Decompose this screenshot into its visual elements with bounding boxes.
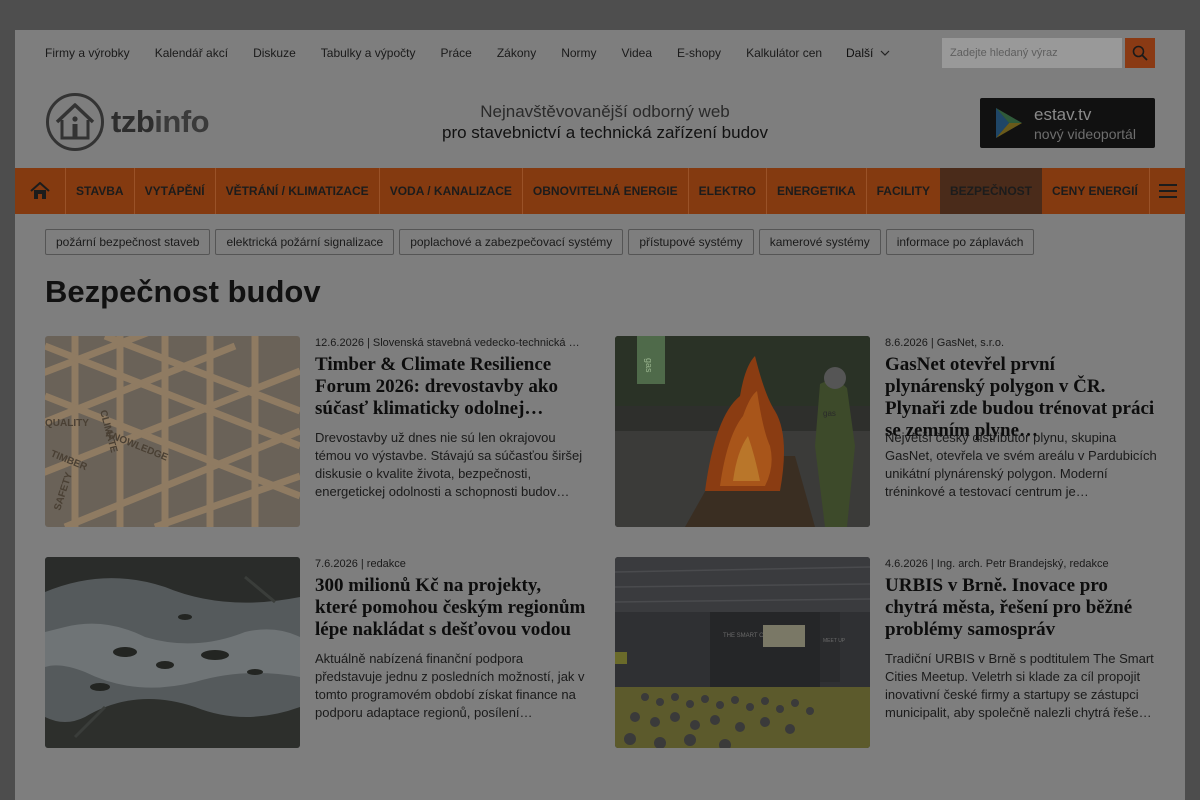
logo-wordmark: tzbinfo (111, 104, 210, 140)
utility-link[interactable]: Normy (561, 46, 596, 60)
search-input[interactable] (942, 38, 1122, 68)
article-meta: 12.6.2026 | Slovenská stavebná vedecko-t… (315, 337, 580, 349)
more-menu-label: Další (846, 46, 874, 60)
browser-top-strip (0, 0, 1200, 30)
article-card[interactable]: THE SMART CITIES MEET UP 4.6.2026 | Ing.… (615, 557, 1155, 748)
more-menu-button[interactable]: Další (846, 46, 890, 60)
article-meta: 4.6.2026 | Ing. arch. Petr Brandejský, r… (885, 558, 1109, 570)
utility-link[interactable]: Kalkulátor cen (746, 46, 822, 60)
chevron-down-icon (880, 50, 890, 56)
image-label: MEET UP (823, 638, 846, 644)
topic-tags: požární bezpečnost staveb elektrická pož… (45, 229, 1039, 255)
rain-puddle-image (45, 557, 300, 748)
article-title[interactable]: Timber & Climate Resilience Forum 2026: … (315, 354, 587, 420)
article-meta: 7.6.2026 | redakce (315, 558, 406, 570)
nav-item-stavba[interactable]: STAVBA (65, 168, 134, 214)
hamburger-menu-button[interactable] (1149, 168, 1185, 214)
topic-tag[interactable]: přístupové systémy (628, 229, 754, 255)
estav-banner[interactable]: estav.tv nový videoportál (980, 98, 1155, 148)
article-card[interactable]: gas gas 8.6.2026 | GasNet, s.r.o. GasNet… (615, 336, 1157, 527)
home-button[interactable] (15, 168, 65, 214)
article-title[interactable]: URBIS v Brně. Inovace pro chytrá města, … (885, 575, 1157, 641)
article-perex: Tradiční URBIS v Brně s podtitulem The S… (885, 651, 1154, 720)
utility-nav: Firmy a výrobky Kalendář akcí Diskuze Ta… (15, 30, 1185, 76)
nav-item-energetika[interactable]: ENERGETIKA (765, 168, 866, 214)
nav-item-voda[interactable]: VODA / KANALIZACE (378, 168, 522, 214)
gas-flame-image: gas gas (615, 336, 870, 527)
article-title[interactable]: 300 milionů Kč na projekty, které pomoho… (315, 575, 587, 641)
utility-link[interactable]: Firmy a výrobky (45, 46, 130, 60)
nav-item-bezpecnost[interactable]: BEZPEČNOST (939, 168, 1042, 214)
article-card[interactable]: 7.6.2026 | redakce 300 milionů Kč na pro… (45, 557, 585, 748)
estav-subtitle: nový videoportál (1034, 125, 1136, 142)
nav-item-vetrani[interactable]: VĚTRÁNÍ / KLIMATIZACE (214, 168, 379, 214)
search-button[interactable] (1125, 38, 1155, 68)
home-icon (30, 182, 50, 199)
utility-link[interactable]: E-shopy (677, 46, 721, 60)
article-thumbnail[interactable] (45, 557, 300, 748)
article-perex: Aktuálně nabízená finanční podpora předs… (315, 651, 585, 720)
house-logo-icon (46, 93, 104, 151)
nav-item-facility[interactable]: FACILITY (865, 168, 940, 214)
article-perex: Drevostavby už dnes nie sú len okrajovou… (315, 430, 583, 499)
site-logo[interactable]: tzbinfo (45, 92, 210, 152)
utility-link[interactable]: Diskuze (253, 46, 296, 60)
play-logo-icon (996, 108, 1022, 138)
topic-tag[interactable]: kamerové systémy (758, 229, 881, 255)
utility-links: Firmy a výrobky Kalendář akcí Diskuze Ta… (45, 46, 847, 60)
logo-part-tzb: tzb (111, 104, 155, 139)
utility-link[interactable]: Videa (622, 46, 652, 60)
nav-item-obnovitelna-energie[interactable]: OBNOVITELNÁ ENERGIE (521, 168, 688, 214)
topic-tag[interactable]: požární bezpečnost staveb (45, 229, 211, 255)
site-tagline: Nejnavštěvovanější odborný web pro stave… (415, 102, 795, 143)
article-thumbnail[interactable]: gas gas (615, 336, 870, 527)
article-thumbnail[interactable]: THE SMART CITIES MEET UP (615, 557, 870, 748)
nav-item-elektro[interactable]: ELEKTRO (687, 168, 766, 214)
article-perex: Největší český distributor plynu, skupin… (885, 430, 1157, 499)
utility-link[interactable]: Kalendář akcí (155, 46, 228, 60)
estav-title: estav.tv (1034, 104, 1092, 124)
tagline-line2: pro stavebnictví a technická zařízení bu… (441, 123, 768, 142)
page-title: Bezpečnost budov (45, 274, 321, 309)
hamburger-icon (1158, 184, 1177, 198)
logo-part-info: info (154, 104, 210, 139)
image-label: gas (644, 358, 654, 373)
topic-tag[interactable]: poplachové a zabezpečovací systémy (399, 229, 624, 255)
article-thumbnail[interactable]: TIMBER KNOWLEDGE SAFETY CLIMATE QUALITY (45, 336, 300, 527)
main-nav: STAVBA VYTÁPĚNÍ VĚTRÁNÍ / KLIMATIZACE VO… (15, 168, 1185, 214)
estav-text: estav.tv nový videoportál (1034, 105, 1136, 142)
search-icon (1132, 45, 1148, 61)
tagline-line1: Nejnavštěvovanější odborný web (480, 102, 730, 121)
topic-tag[interactable]: elektrická požární signalizace (215, 229, 395, 255)
image-label: QUALITY (45, 418, 89, 429)
image-label: gas (823, 409, 836, 418)
page: Firmy a výrobky Kalendář akcí Diskuze Ta… (15, 30, 1185, 800)
conference-hall-image: THE SMART CITIES MEET UP (615, 557, 870, 748)
topic-tag[interactable]: informace po záplavách (885, 229, 1035, 255)
article-card[interactable]: TIMBER KNOWLEDGE SAFETY CLIMATE QUALITY … (45, 336, 585, 527)
nav-item-vytapeni[interactable]: VYTÁPĚNÍ (133, 168, 215, 214)
utility-link[interactable]: Tabulky a výpočty (321, 46, 416, 60)
timber-structure-image: TIMBER KNOWLEDGE SAFETY CLIMATE QUALITY (45, 336, 300, 527)
utility-link[interactable]: Zákony (497, 46, 536, 60)
utility-link[interactable]: Práce (440, 46, 471, 60)
article-meta: 8.6.2026 | GasNet, s.r.o. (885, 337, 1005, 349)
nav-item-ceny-energii[interactable]: CENY ENERGIÍ (1042, 168, 1148, 214)
